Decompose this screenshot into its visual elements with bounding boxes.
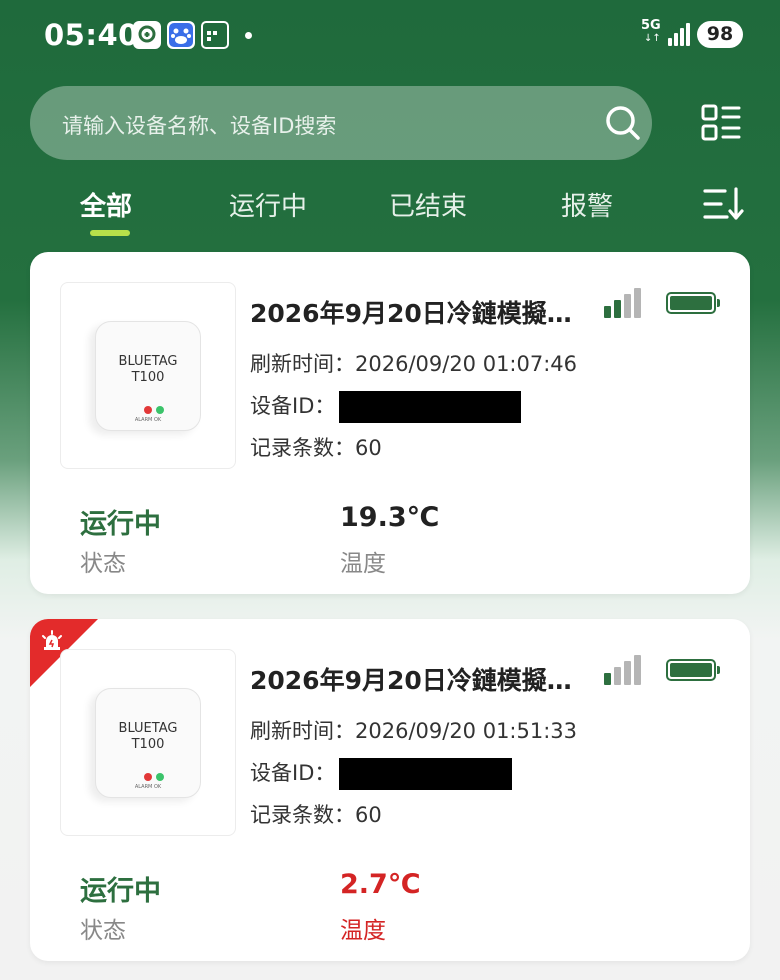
device-photo: BLUETAG T100 ALARM OK <box>95 321 201 431</box>
green-led-icon <box>156 773 164 781</box>
record-count-label: 记录条数： <box>250 803 355 827</box>
device-model: T100 <box>131 737 165 752</box>
device-id-redacted <box>339 758 513 790</box>
device-image: BLUETAG T100 ALARM OK <box>60 649 236 836</box>
device-id-label: 设备ID： <box>250 394 336 418</box>
device-title: 2026年9月20日冷鏈模擬… <box>250 299 572 328</box>
device-signal-icon <box>604 655 642 685</box>
device-brand: BLUETAG <box>118 721 178 736</box>
battery-level: 98 <box>697 21 743 48</box>
device-battery-icon <box>666 659 720 681</box>
record-count-value: 60 <box>355 436 382 460</box>
device-card[interactable]: BLUETAG T100 ALARM OK 2026年9月20日冷鏈模擬… 刷新… <box>30 619 750 961</box>
filter-tabs: 全部 运行中 已结束 报警 <box>0 180 780 240</box>
status-label: 状态 <box>80 918 126 944</box>
temperature-value: 19.3℃ <box>340 502 440 533</box>
refresh-time-label: 刷新时间： <box>250 352 355 376</box>
refresh-time-label: 刷新时间： <box>250 719 355 743</box>
device-title: 2026年9月20日冷鏈模擬… <box>250 666 572 695</box>
status-label: 状态 <box>80 551 126 577</box>
status-bar: 05:40 5G ↓↑ 98 <box>0 0 780 70</box>
tab-running[interactable]: 运行中 <box>229 186 307 223</box>
cell-signal-icon <box>668 22 692 46</box>
device-caption: ALARM OK <box>134 417 162 423</box>
search-input[interactable]: 请输入设备名称、设备ID搜索 <box>30 86 652 160</box>
refresh-time-value: 2026/09/20 01:07:46 <box>355 352 578 376</box>
temperature-label: 温度 <box>340 918 386 944</box>
red-led-icon <box>144 773 152 781</box>
refresh-time-value: 2026/09/20 01:51:33 <box>355 719 578 743</box>
status-time: 05:40 <box>44 18 139 52</box>
green-led-icon <box>156 406 164 414</box>
calendar-app-icon <box>201 21 229 49</box>
device-id-label: 设备ID： <box>250 761 336 785</box>
refresh-time-row: 刷新时间：2026/09/20 01:07:46 <box>250 348 577 378</box>
search-icon[interactable] <box>604 104 642 142</box>
tab-finished[interactable]: 已结束 <box>389 186 467 223</box>
alarm-light-icon <box>42 630 62 650</box>
status-value: 运行中 <box>80 509 161 540</box>
temperature-label: 温度 <box>340 551 386 577</box>
record-count-label: 记录条数： <box>250 436 355 460</box>
notification-dot-icon <box>245 32 252 39</box>
active-tab-indicator <box>90 230 130 236</box>
device-id-redacted <box>339 391 522 423</box>
refresh-time-row: 刷新时间：2026/09/20 01:51:33 <box>250 715 577 745</box>
search-placeholder: 请输入设备名称、设备ID搜索 <box>62 114 337 138</box>
network-type: 5G <box>641 18 661 33</box>
record-count-row: 记录条数：60 <box>250 432 382 462</box>
tab-alarm[interactable]: 报警 <box>561 186 613 223</box>
device-battery-icon <box>666 292 720 314</box>
baidu-app-icon <box>167 21 195 49</box>
record-count-row: 记录条数：60 <box>250 799 382 829</box>
red-led-icon <box>144 406 152 414</box>
record-count-value: 60 <box>355 803 382 827</box>
status-value: 运行中 <box>80 876 161 907</box>
device-caption: ALARM OK <box>134 784 162 790</box>
device-image: BLUETAG T100 ALARM OK <box>60 282 236 469</box>
grid-view-icon[interactable] <box>700 103 742 143</box>
tab-all[interactable]: 全部 <box>80 186 132 223</box>
device-brand: BLUETAG <box>118 354 178 369</box>
sort-icon[interactable] <box>702 186 744 222</box>
temperature-value: 2.7℃ <box>340 869 421 900</box>
map-app-icon <box>133 21 161 49</box>
device-signal-icon <box>604 288 642 318</box>
device-id-row: 设备ID： <box>250 390 522 423</box>
device-id-row: 设备ID： <box>250 757 513 790</box>
device-model: T100 <box>131 370 165 385</box>
network-arrows-icon: ↓↑ <box>644 33 661 44</box>
device-card[interactable]: BLUETAG T100 ALARM OK 2026年9月20日冷鏈模擬… 刷新… <box>30 252 750 594</box>
device-photo: BLUETAG T100 ALARM OK <box>95 688 201 798</box>
